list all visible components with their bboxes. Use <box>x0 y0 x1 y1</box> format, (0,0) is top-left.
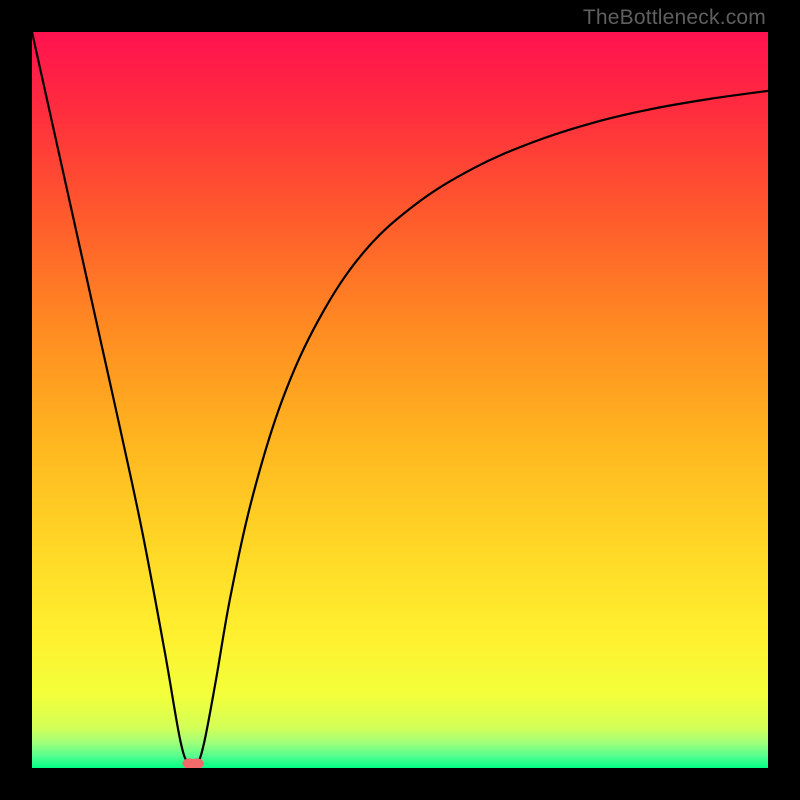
attribution-text: TheBottleneck.com <box>583 6 766 30</box>
plot-area <box>32 32 768 768</box>
curve-layer <box>32 32 768 768</box>
bottleneck-curve <box>32 32 768 767</box>
chart-frame: { "attribution": "TheBottleneck.com", "c… <box>0 0 800 800</box>
